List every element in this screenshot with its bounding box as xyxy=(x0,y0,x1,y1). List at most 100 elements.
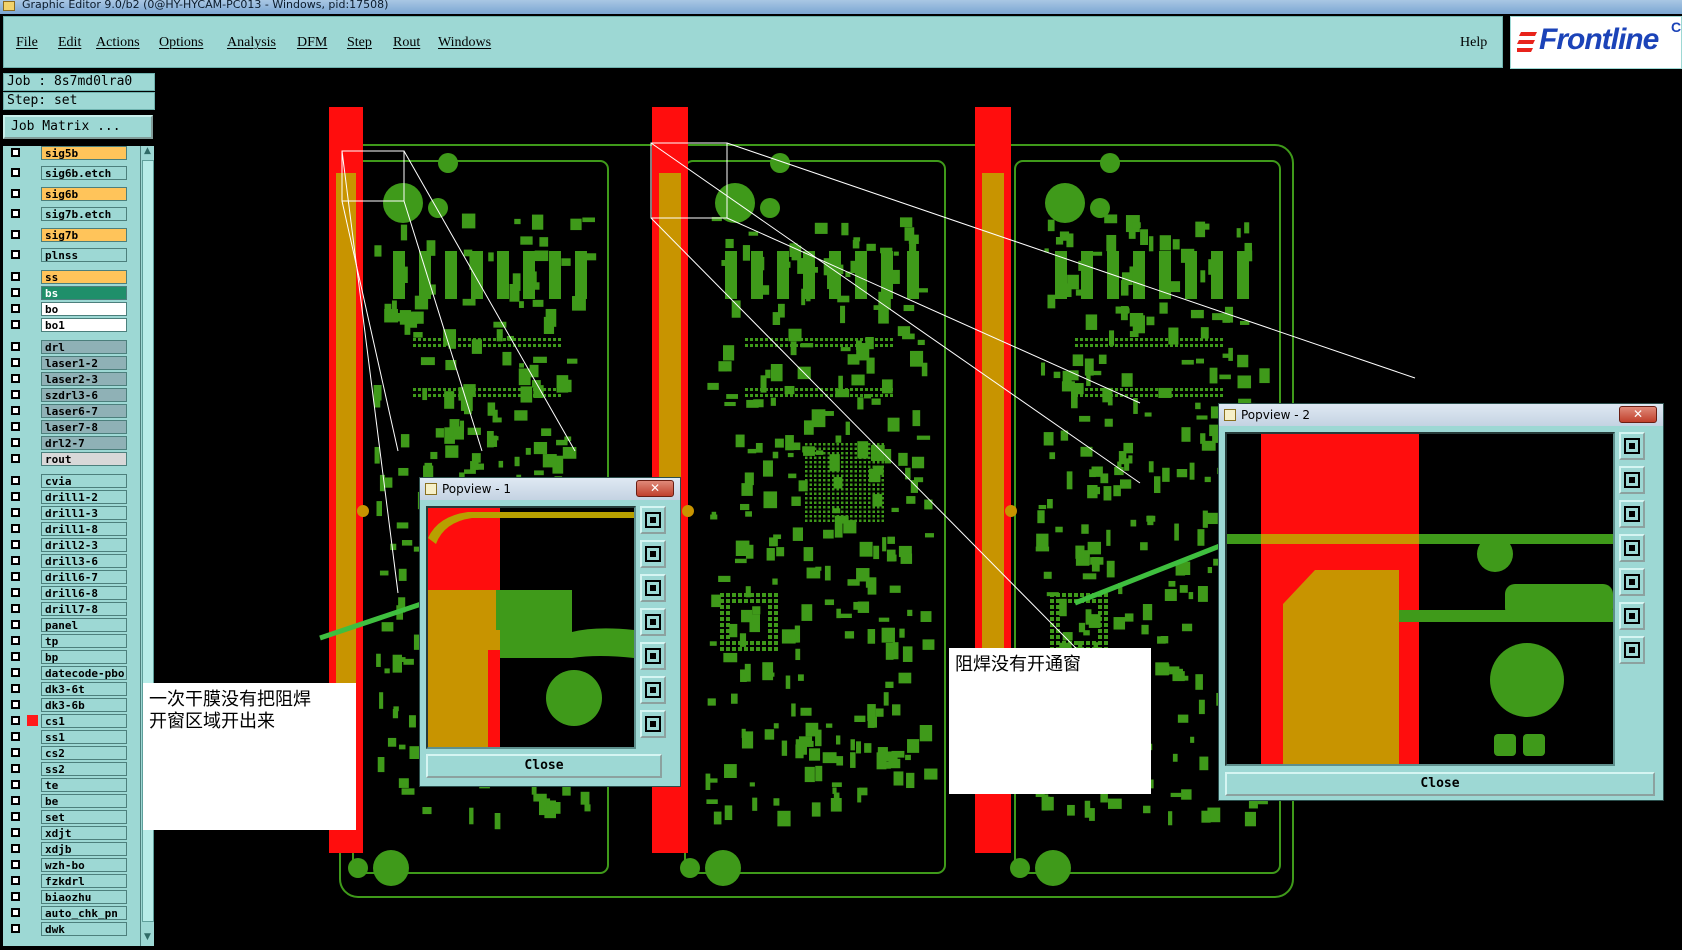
layer-name[interactable]: dk3-6t xyxy=(41,682,127,696)
layer-name[interactable]: sig6b.etch xyxy=(41,166,127,180)
layer-name[interactable]: cs1 xyxy=(41,714,127,728)
layer-name[interactable]: datecode-pbo xyxy=(41,666,127,680)
pan-right-icon[interactable] xyxy=(1619,568,1645,596)
layer-name[interactable]: drl xyxy=(41,340,127,354)
layer-row[interactable]: rout xyxy=(3,452,140,467)
menu-dfm[interactable]: DFM xyxy=(297,35,327,51)
layer-checkbox[interactable] xyxy=(11,189,20,198)
layer-checkbox[interactable] xyxy=(11,908,20,917)
menu-rout[interactable]: Rout xyxy=(393,35,420,51)
layer-name[interactable]: biaozhu xyxy=(41,890,127,904)
layer-name[interactable]: xdjt xyxy=(41,826,127,840)
layer-checkbox[interactable] xyxy=(11,844,20,853)
pan-right-icon[interactable] xyxy=(640,642,666,670)
layer-row[interactable]: panel xyxy=(3,618,140,633)
zoom-fit-icon[interactable] xyxy=(1619,432,1645,460)
layer-checkbox[interactable] xyxy=(11,406,20,415)
layer-name[interactable]: be xyxy=(41,794,127,808)
layer-checkbox[interactable] xyxy=(11,230,20,239)
layer-name[interactable]: szdrl3-6 xyxy=(41,388,127,402)
layer-row[interactable]: sig7b xyxy=(3,228,140,243)
layer-name[interactable]: sig7b xyxy=(41,228,127,242)
zoom-in-icon[interactable] xyxy=(1619,636,1645,664)
pan-left-icon[interactable] xyxy=(640,608,666,636)
layer-row[interactable]: xdjt xyxy=(3,826,140,841)
layer-name[interactable]: cvia xyxy=(41,474,127,488)
layer-checkbox[interactable] xyxy=(11,540,20,549)
layer-checkbox[interactable] xyxy=(11,288,20,297)
layer-checkbox[interactable] xyxy=(11,168,20,177)
layer-name[interactable]: drill3-6 xyxy=(41,554,127,568)
layer-row[interactable]: laser1-2 xyxy=(3,356,140,371)
layer-name[interactable]: ss xyxy=(41,270,127,284)
layer-name[interactable]: rout xyxy=(41,452,127,466)
pan-down-icon[interactable] xyxy=(640,574,666,602)
layer-name[interactable]: laser6-7 xyxy=(41,404,127,418)
popview-1-close-icon[interactable]: ✕ xyxy=(636,480,674,497)
layer-name[interactable]: laser1-2 xyxy=(41,356,127,370)
layer-row[interactable]: ss xyxy=(3,270,140,285)
layer-checkbox[interactable] xyxy=(11,588,20,597)
pan-up-icon[interactable] xyxy=(1619,466,1645,494)
pan-up-icon[interactable] xyxy=(640,540,666,568)
layer-checkbox[interactable] xyxy=(11,374,20,383)
layer-row[interactable]: plnss xyxy=(3,248,140,263)
layer-name[interactable]: drill7-8 xyxy=(41,602,127,616)
layer-checkbox[interactable] xyxy=(11,492,20,501)
menu-actions[interactable]: Actions xyxy=(96,35,140,51)
layer-checkbox[interactable] xyxy=(11,652,20,661)
popview-2-viewport[interactable] xyxy=(1225,432,1615,766)
layer-checkbox[interactable] xyxy=(11,764,20,773)
layer-checkbox[interactable] xyxy=(11,796,20,805)
layer-checkbox[interactable] xyxy=(11,604,20,613)
layer-checkbox[interactable] xyxy=(11,304,20,313)
layer-checkbox[interactable] xyxy=(11,636,20,645)
layer-checkbox[interactable] xyxy=(11,454,20,463)
zoom-in-icon[interactable] xyxy=(640,710,666,738)
layer-row[interactable]: tp xyxy=(3,634,140,649)
menu-windows[interactable]: Windows xyxy=(438,35,491,51)
layer-checkbox[interactable] xyxy=(11,209,20,218)
layer-name[interactable]: laser7-8 xyxy=(41,420,127,434)
layer-name[interactable]: bo xyxy=(41,302,127,316)
menu-options[interactable]: Options xyxy=(159,35,203,51)
layer-row[interactable]: drill3-6 xyxy=(3,554,140,569)
layer-checkbox[interactable] xyxy=(11,828,20,837)
popview-2-close-icon[interactable]: ✕ xyxy=(1619,406,1657,423)
layer-row[interactable]: datecode-pbo xyxy=(3,666,140,681)
popview-1-close-button[interactable]: Close xyxy=(426,754,662,778)
layer-checkbox[interactable] xyxy=(11,700,20,709)
layer-row[interactable]: drill1-3 xyxy=(3,506,140,521)
scroll-down-icon[interactable]: ▼ xyxy=(142,932,153,943)
layer-checkbox[interactable] xyxy=(11,508,20,517)
layer-name[interactable]: cs2 xyxy=(41,746,127,760)
layer-name[interactable]: ss1 xyxy=(41,730,127,744)
layer-row[interactable]: xdjb xyxy=(3,842,140,857)
layer-checkbox[interactable] xyxy=(11,438,20,447)
layer-row[interactable]: dk3-6t xyxy=(3,682,140,697)
layer-name[interactable]: drill1-2 xyxy=(41,490,127,504)
layer-row[interactable]: laser7-8 xyxy=(3,420,140,435)
layer-checkbox[interactable] xyxy=(11,524,20,533)
layer-name[interactable]: sig7b.etch xyxy=(41,207,127,221)
layer-name[interactable]: drl2-7 xyxy=(41,436,127,450)
layer-row[interactable]: be xyxy=(3,794,140,809)
layer-checkbox[interactable] xyxy=(11,572,20,581)
layer-row[interactable]: sig7b.etch xyxy=(3,207,140,222)
layer-row[interactable]: sig6b.etch xyxy=(3,166,140,181)
layer-name[interactable]: wzh-bo xyxy=(41,858,127,872)
layer-row[interactable]: drill6-8 xyxy=(3,586,140,601)
layer-row[interactable]: wzh-bo xyxy=(3,858,140,873)
layer-row[interactable]: bo xyxy=(3,302,140,317)
layer-row[interactable]: te xyxy=(3,778,140,793)
menu-edit[interactable]: Edit xyxy=(58,35,81,51)
layer-row[interactable]: drill1-8 xyxy=(3,522,140,537)
layer-row[interactable]: drill7-8 xyxy=(3,602,140,617)
layer-checkbox[interactable] xyxy=(11,668,20,677)
layer-name[interactable]: dk3-6b xyxy=(41,698,127,712)
layer-checkbox[interactable] xyxy=(11,422,20,431)
layer-checkbox[interactable] xyxy=(11,358,20,367)
scroll-up-icon[interactable]: ▲ xyxy=(142,146,153,157)
menu-help[interactable]: Help xyxy=(1460,35,1487,51)
layer-row[interactable]: szdrl3-6 xyxy=(3,388,140,403)
